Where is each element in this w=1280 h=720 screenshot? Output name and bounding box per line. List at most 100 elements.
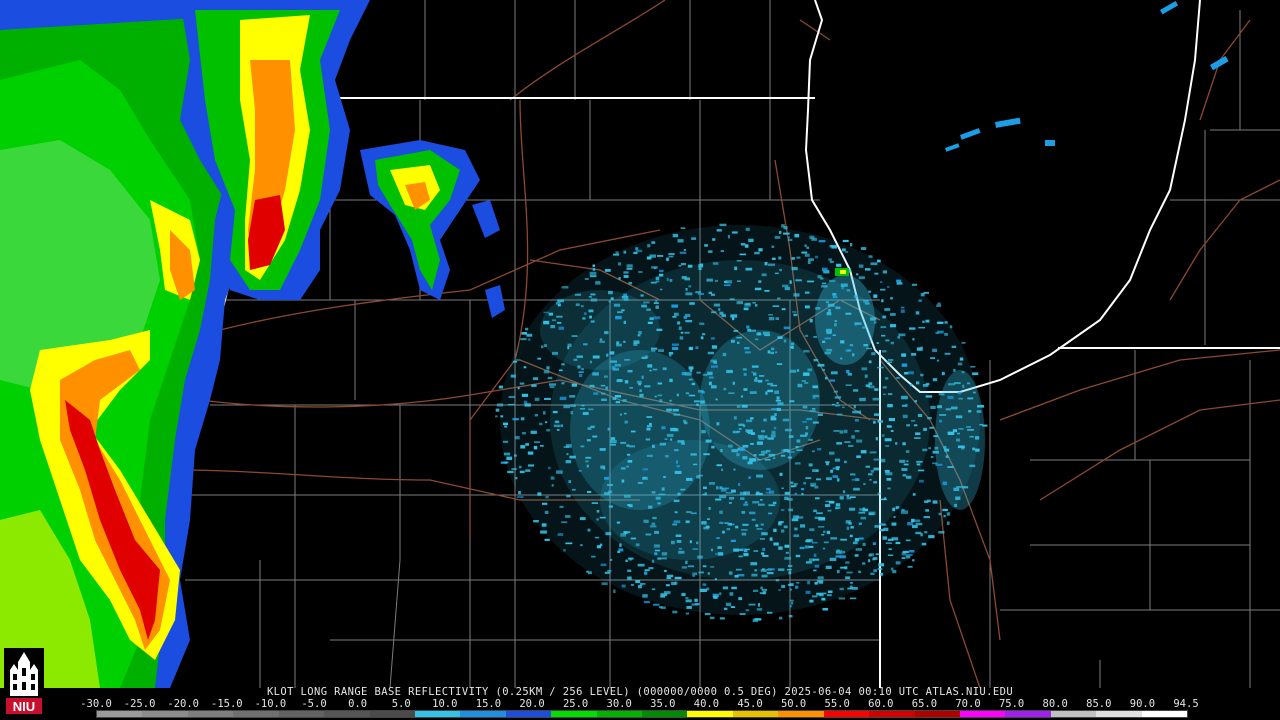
echo-speckle	[779, 230, 782, 234]
echo-speckle	[744, 501, 748, 504]
echo-speckle	[947, 395, 954, 400]
echo-speckle	[615, 401, 621, 404]
echo-speckle	[685, 560, 688, 564]
echo-speckle	[832, 475, 839, 478]
echo-speckle	[811, 408, 816, 410]
echo-speckle	[711, 311, 717, 314]
echo-speckle	[615, 251, 619, 254]
echo-speckle	[887, 538, 894, 541]
echo-speckle	[900, 306, 905, 309]
echo-speckle	[741, 511, 746, 514]
echo-speckle	[608, 291, 613, 295]
echo-speckle	[890, 297, 893, 300]
echo-speckle	[681, 566, 688, 569]
echo-speckle	[936, 405, 942, 409]
echo-speckle	[845, 312, 852, 315]
echo-speckle	[559, 396, 567, 401]
echo-speckle	[719, 521, 724, 524]
echo-speckle	[925, 319, 930, 323]
echo-speckle	[901, 363, 908, 367]
echo-speckle	[777, 297, 781, 300]
echo-speckle	[742, 523, 749, 526]
echo-speckle	[703, 486, 707, 489]
echo-speckle	[701, 430, 706, 434]
echo-speckle	[808, 463, 813, 467]
echo-speckle	[771, 257, 776, 260]
echo-speckle	[812, 397, 816, 399]
echo-speckle	[858, 276, 865, 280]
echo-speckle	[515, 359, 521, 361]
echo-speckle	[556, 470, 563, 474]
echo-speckle	[531, 384, 537, 387]
echo-speckle	[812, 385, 818, 389]
echo-speckle	[834, 323, 837, 327]
echo-speckle	[836, 442, 842, 445]
echo-speckle	[759, 592, 766, 594]
echo-speckle	[885, 445, 890, 447]
echo-speckle	[813, 359, 819, 362]
echo-speckle	[751, 329, 756, 332]
echo-speckle	[901, 468, 908, 471]
echo-speckle	[641, 583, 646, 585]
echo-speckle	[666, 433, 674, 437]
scale-swatch	[869, 711, 915, 717]
echo-speckle	[764, 435, 768, 439]
echo-speckle	[677, 492, 681, 496]
echo-speckle	[588, 408, 594, 411]
echo-speckle	[903, 463, 909, 466]
scale-label: 90.0	[1129, 698, 1156, 710]
echo-speckle	[877, 259, 881, 263]
echo-speckle	[685, 292, 693, 296]
scale-label: 45.0	[737, 698, 763, 710]
echo-speckle	[672, 523, 677, 526]
echo-speckle	[873, 420, 876, 424]
echo-speckle	[787, 449, 790, 453]
echo-speckle	[825, 500, 830, 503]
echo-speckle	[816, 512, 823, 515]
echo-speckle	[618, 262, 622, 266]
echo-speckle	[895, 561, 901, 565]
echo-speckle	[789, 369, 797, 373]
echo-speckle	[765, 391, 768, 395]
echo-speckle	[791, 342, 795, 345]
echo-speckle	[503, 440, 509, 443]
echo-speckle	[646, 427, 651, 431]
echo-speckle	[874, 388, 879, 391]
echo-speckle	[558, 326, 565, 330]
echo-speckle	[629, 557, 632, 561]
echo-speckle	[887, 487, 891, 490]
echo-speckle	[685, 599, 692, 603]
echo-speckle	[925, 509, 929, 512]
echo-speckle	[734, 266, 738, 271]
echo-speckle	[764, 261, 768, 266]
echo-speckle	[910, 383, 913, 387]
echo-speckle	[775, 579, 780, 582]
echo-speckle	[796, 582, 800, 584]
echo-speckle	[932, 462, 938, 465]
echo-speckle	[898, 333, 906, 337]
echo-speckle	[835, 506, 841, 509]
echo-speckle	[583, 343, 588, 346]
echo-speckle	[877, 420, 883, 423]
echo-speckle	[709, 616, 715, 620]
echo-speckle	[712, 238, 716, 241]
echo-speckle	[515, 436, 520, 440]
echo-speckle	[768, 314, 773, 316]
echo-speckle	[760, 523, 764, 526]
echo-speckle	[865, 465, 870, 468]
echo-speckle	[745, 351, 751, 354]
echo-speckle	[829, 451, 835, 455]
echo-speckle	[580, 544, 583, 547]
echo-speckle	[880, 326, 887, 329]
echo-speckle	[818, 581, 824, 584]
echo-speckle	[807, 580, 811, 585]
echo-speckle	[809, 528, 815, 532]
echo-speckle	[699, 588, 707, 592]
echo-speckle	[671, 304, 678, 308]
echo-speckle	[882, 536, 887, 540]
echo-speckle	[761, 450, 768, 454]
echo-speckle	[809, 410, 816, 412]
echo-speckle	[928, 447, 931, 450]
echo-speckle	[767, 382, 773, 385]
echo-speckle	[549, 385, 555, 389]
